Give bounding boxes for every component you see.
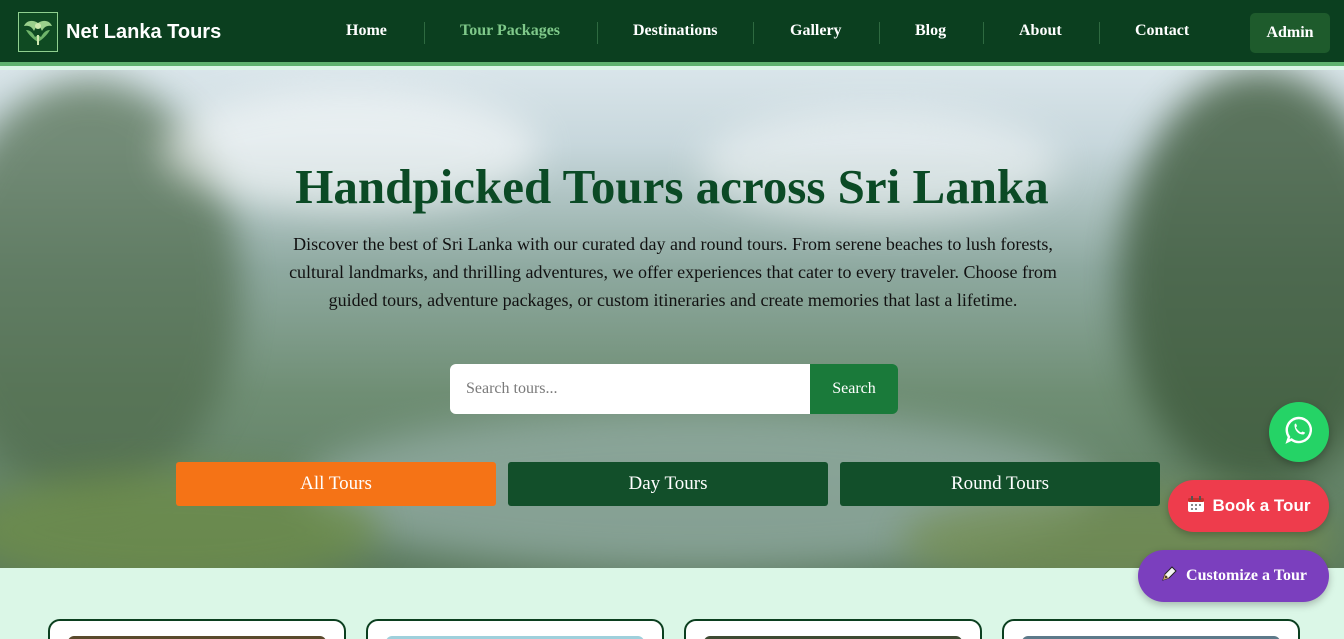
nav-divider [983, 22, 984, 44]
nav-item-tour-packages[interactable]: Tour Packages [460, 22, 560, 44]
nav-item-home[interactable]: Home [346, 22, 387, 44]
customize-tour-label: Customize a Tour [1186, 567, 1307, 584]
nav-divider [424, 22, 425, 44]
tour-card[interactable] [366, 619, 664, 639]
tour-card[interactable] [684, 619, 982, 639]
page-title: Handpicked Tours across Sri Lanka [295, 159, 1049, 214]
tab-all-tours[interactable]: All Tours [176, 462, 496, 506]
book-tour-button[interactable]: Book a Tour [1168, 480, 1329, 532]
nav-item-destinations[interactable]: Destinations [633, 22, 717, 44]
calendar-icon [1187, 495, 1205, 518]
brand-name: Net Lanka Tours [66, 20, 222, 43]
search-button[interactable]: Search [810, 364, 898, 414]
whatsapp-button[interactable] [1269, 402, 1329, 462]
tab-day-tours[interactable]: Day Tours [508, 462, 828, 506]
hero-description: Discover the best of Sri Lanka with our … [289, 234, 1057, 310]
nav-item-contact[interactable]: Contact [1135, 22, 1189, 44]
customize-tour-button[interactable]: Customize a Tour [1138, 550, 1329, 602]
nav-divider [1099, 22, 1100, 44]
nav-divider [753, 22, 754, 44]
nav-item-gallery[interactable]: Gallery [790, 22, 842, 44]
search-input[interactable] [450, 364, 810, 414]
hero-section: Handpicked Tours across Sri Lanka Discov… [0, 70, 1344, 568]
nav-item-about[interactable]: About [1019, 22, 1062, 44]
book-tour-label: Book a Tour [1212, 496, 1311, 515]
nav-divider [597, 22, 598, 44]
whatsapp-icon [1284, 415, 1314, 450]
brand[interactable]: Net Lanka Tours [18, 12, 221, 52]
pen-icon [1160, 565, 1178, 588]
tour-card[interactable] [48, 619, 346, 639]
winged-emblem-icon [18, 12, 58, 52]
nav-item-blog[interactable]: Blog [915, 22, 946, 44]
navbar: Net Lanka Tours Home Tour Packages Desti… [0, 0, 1344, 66]
nav-divider [879, 22, 880, 44]
admin-button[interactable]: Admin [1250, 13, 1330, 53]
tab-round-tours[interactable]: Round Tours [840, 462, 1160, 506]
tour-card[interactable] [1002, 619, 1300, 639]
